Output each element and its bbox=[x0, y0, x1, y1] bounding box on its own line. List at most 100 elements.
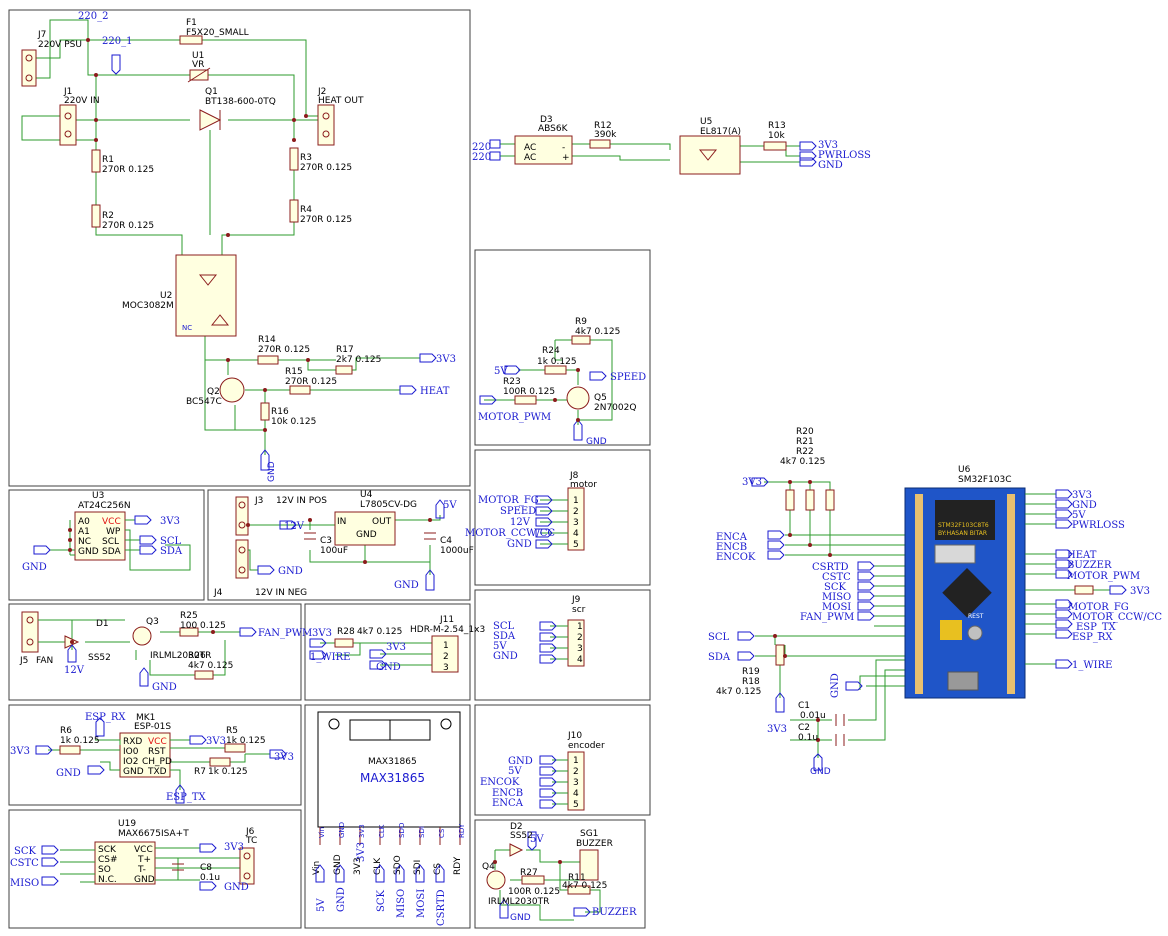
r4-value: 270R 0.125 bbox=[300, 215, 352, 225]
q1-ref: Q1 bbox=[205, 87, 218, 97]
ow-net-gnd: GND bbox=[376, 662, 401, 673]
net-3v3-heat: 3V3 bbox=[436, 354, 456, 365]
j9-ref: J9 bbox=[571, 595, 581, 605]
max31865-section: MAX31865 MAX31865 Vin GND 3V3 CLK SDO SD… bbox=[312, 711, 466, 926]
u19-net-3v3: 3V3 bbox=[224, 842, 244, 853]
j9-section: J9 scr 1234 SCL SDA 5V GND bbox=[493, 595, 586, 667]
r5-value: 1k 0.125 bbox=[226, 736, 266, 746]
d3-pin-plus: + bbox=[562, 153, 570, 163]
motor-pwm-section: R9 4k7 0.125 R24 1k 0.125 R23 100R 0.125… bbox=[478, 317, 646, 447]
j8-value: motor bbox=[570, 480, 597, 490]
u3-net-gnd: GND bbox=[22, 562, 47, 573]
j2-value: HEAT OUT bbox=[318, 96, 364, 106]
svg-text:2: 2 bbox=[577, 633, 583, 643]
regulator-section: J3 12V IN POS U4 L7805CV-DG IN OUT GND C… bbox=[213, 490, 474, 598]
stm-net-motor-pwm: MOTOR_PWM bbox=[1067, 571, 1140, 582]
u19-pin-so: SO bbox=[98, 865, 111, 875]
eeprom-section: U3 AT24C256N A0 A1 NC GND VCC WP SCL SDA… bbox=[22, 491, 191, 573]
r9-ref: R9 bbox=[575, 317, 587, 327]
svg-text:5: 5 bbox=[573, 540, 579, 550]
r15-value: 270R 0.125 bbox=[285, 377, 337, 387]
j8-section: J8 motor 12345 MOTOR_FG SPEED 12V MOTOR_… bbox=[465, 471, 597, 551]
svg-text:2: 2 bbox=[573, 507, 579, 517]
esp-net-gnd: GND bbox=[56, 768, 81, 779]
max-pin-rdy-b: RDY bbox=[453, 856, 463, 875]
stm-net-pwrloss: PWRLOSS bbox=[1072, 520, 1125, 531]
j6-value: TC bbox=[245, 836, 257, 846]
stm-net-sda: SDA bbox=[708, 652, 731, 663]
u19-pin-gnd: GND bbox=[134, 875, 155, 885]
stm-gnd-left: GND bbox=[830, 673, 841, 698]
mk1-pin-vcc: VCC bbox=[148, 737, 167, 747]
u1-value: VR bbox=[192, 60, 204, 70]
u3-pin-nc: NC bbox=[78, 537, 91, 547]
sg1-value: BUZZER bbox=[576, 839, 613, 849]
svg-text:1: 1 bbox=[577, 622, 583, 632]
r1-value: 270R 0.125 bbox=[102, 165, 154, 175]
stm-net-esp-rx: ESP_RX bbox=[1072, 632, 1113, 643]
mk1-pin-io0: IO0 bbox=[123, 747, 139, 757]
j4-ref: J4 bbox=[213, 588, 223, 598]
q1-value: BT138-600-0TQ bbox=[205, 97, 276, 107]
u3-pin-wp: WP bbox=[106, 527, 121, 537]
u3-ref: U3 bbox=[92, 491, 104, 501]
r16-ref: R16 bbox=[271, 407, 289, 417]
r6-ref: R6 bbox=[60, 726, 72, 736]
stm-net-scl: SCL bbox=[708, 632, 730, 643]
r1-ref: R1 bbox=[102, 155, 114, 165]
r17-ref: R17 bbox=[336, 345, 354, 355]
r26-ref: R26 bbox=[188, 651, 206, 661]
r15-ref: R15 bbox=[285, 367, 303, 377]
max-pin-cs-b: CS bbox=[433, 863, 443, 875]
u19-pin-tp: T+ bbox=[137, 855, 151, 865]
r23-ref: R23 bbox=[503, 377, 521, 387]
r14-value: 270R 0.125 bbox=[258, 345, 310, 355]
svg-text:3: 3 bbox=[573, 518, 579, 528]
j7-ref: J7 bbox=[37, 30, 46, 40]
net-esp-tx: ESP_TX bbox=[166, 792, 207, 803]
max-pin-vin: Vin bbox=[318, 827, 326, 838]
svg-text:4: 4 bbox=[577, 655, 583, 665]
buzzer-net-5v: 5V bbox=[530, 834, 544, 845]
board-reset-label: REST bbox=[968, 613, 984, 620]
powerloss-section: 220 220 D3 ABS6K AC AC - + R12 390k U5 E… bbox=[472, 115, 871, 175]
max6675-section: U19 MAX6675ISA+T SCK CS# SO N.C. VCC T+ … bbox=[10, 819, 257, 893]
onewire-section: R28 4k7 0.125 J11 HDR-M-2.54_1x3 123 3V3… bbox=[309, 615, 485, 673]
u3-pin-gnd: GND bbox=[78, 547, 99, 557]
j5-ref: J5 bbox=[19, 656, 28, 666]
max-pin-sdo: SDO bbox=[398, 822, 406, 838]
r21-ref: R21 bbox=[796, 437, 814, 447]
c4-ref: C4 bbox=[440, 536, 452, 546]
ow-net-3v3b: 3V3 bbox=[386, 642, 406, 653]
board-chip-label: STM32F103C8T6 bbox=[938, 522, 989, 529]
net-5v-motor: 5V bbox=[494, 366, 508, 377]
c8-ref: C8 bbox=[200, 863, 212, 873]
r9-value: 4k7 0.125 bbox=[575, 327, 620, 337]
r25-ref: R25 bbox=[180, 611, 198, 621]
svg-text:2: 2 bbox=[573, 767, 579, 777]
r26-value: 4k7 0.125 bbox=[188, 661, 233, 671]
r6-value: 1k 0.125 bbox=[60, 736, 100, 746]
stm-net-3v3-r2: 3V3 bbox=[1130, 586, 1150, 597]
svg-text:1: 1 bbox=[573, 496, 579, 506]
j10-net-encok: ENCOK bbox=[480, 777, 520, 788]
schematic-canvas: 220_2 J7 220V PSU F1 F5X20_SMALL 220_1 U… bbox=[8, 9, 1162, 929]
j7-value: 220V PSU bbox=[38, 40, 82, 50]
j5-value: FAN bbox=[36, 656, 53, 666]
d1-value: SS52 bbox=[88, 653, 111, 663]
net-speed: SPEED bbox=[610, 372, 646, 383]
mk1-pin-rst: RST bbox=[148, 747, 166, 757]
j3-ref: J3 bbox=[254, 496, 263, 506]
max-pin-sdo-b: SDO bbox=[393, 855, 403, 875]
u3-pin-sda: SDA bbox=[102, 547, 121, 557]
max-net-sck: SCK bbox=[376, 889, 387, 912]
net-1-wire: 1_WIRE bbox=[310, 652, 350, 663]
stm-net-buzzer: BUZZER bbox=[1067, 560, 1112, 571]
stm-net-3v3-bot: 3V3 bbox=[767, 724, 787, 735]
u2-ref: U2 bbox=[160, 291, 172, 301]
net-motor-pwm: MOTOR_PWM bbox=[478, 412, 551, 423]
j11-value: HDR-M-2.54_1x3 bbox=[410, 625, 485, 635]
u19-pin-sck: SCK bbox=[98, 845, 117, 855]
u2-value: MOC3082M bbox=[122, 301, 174, 311]
ow-net-3v3: 3V3 bbox=[312, 628, 332, 639]
